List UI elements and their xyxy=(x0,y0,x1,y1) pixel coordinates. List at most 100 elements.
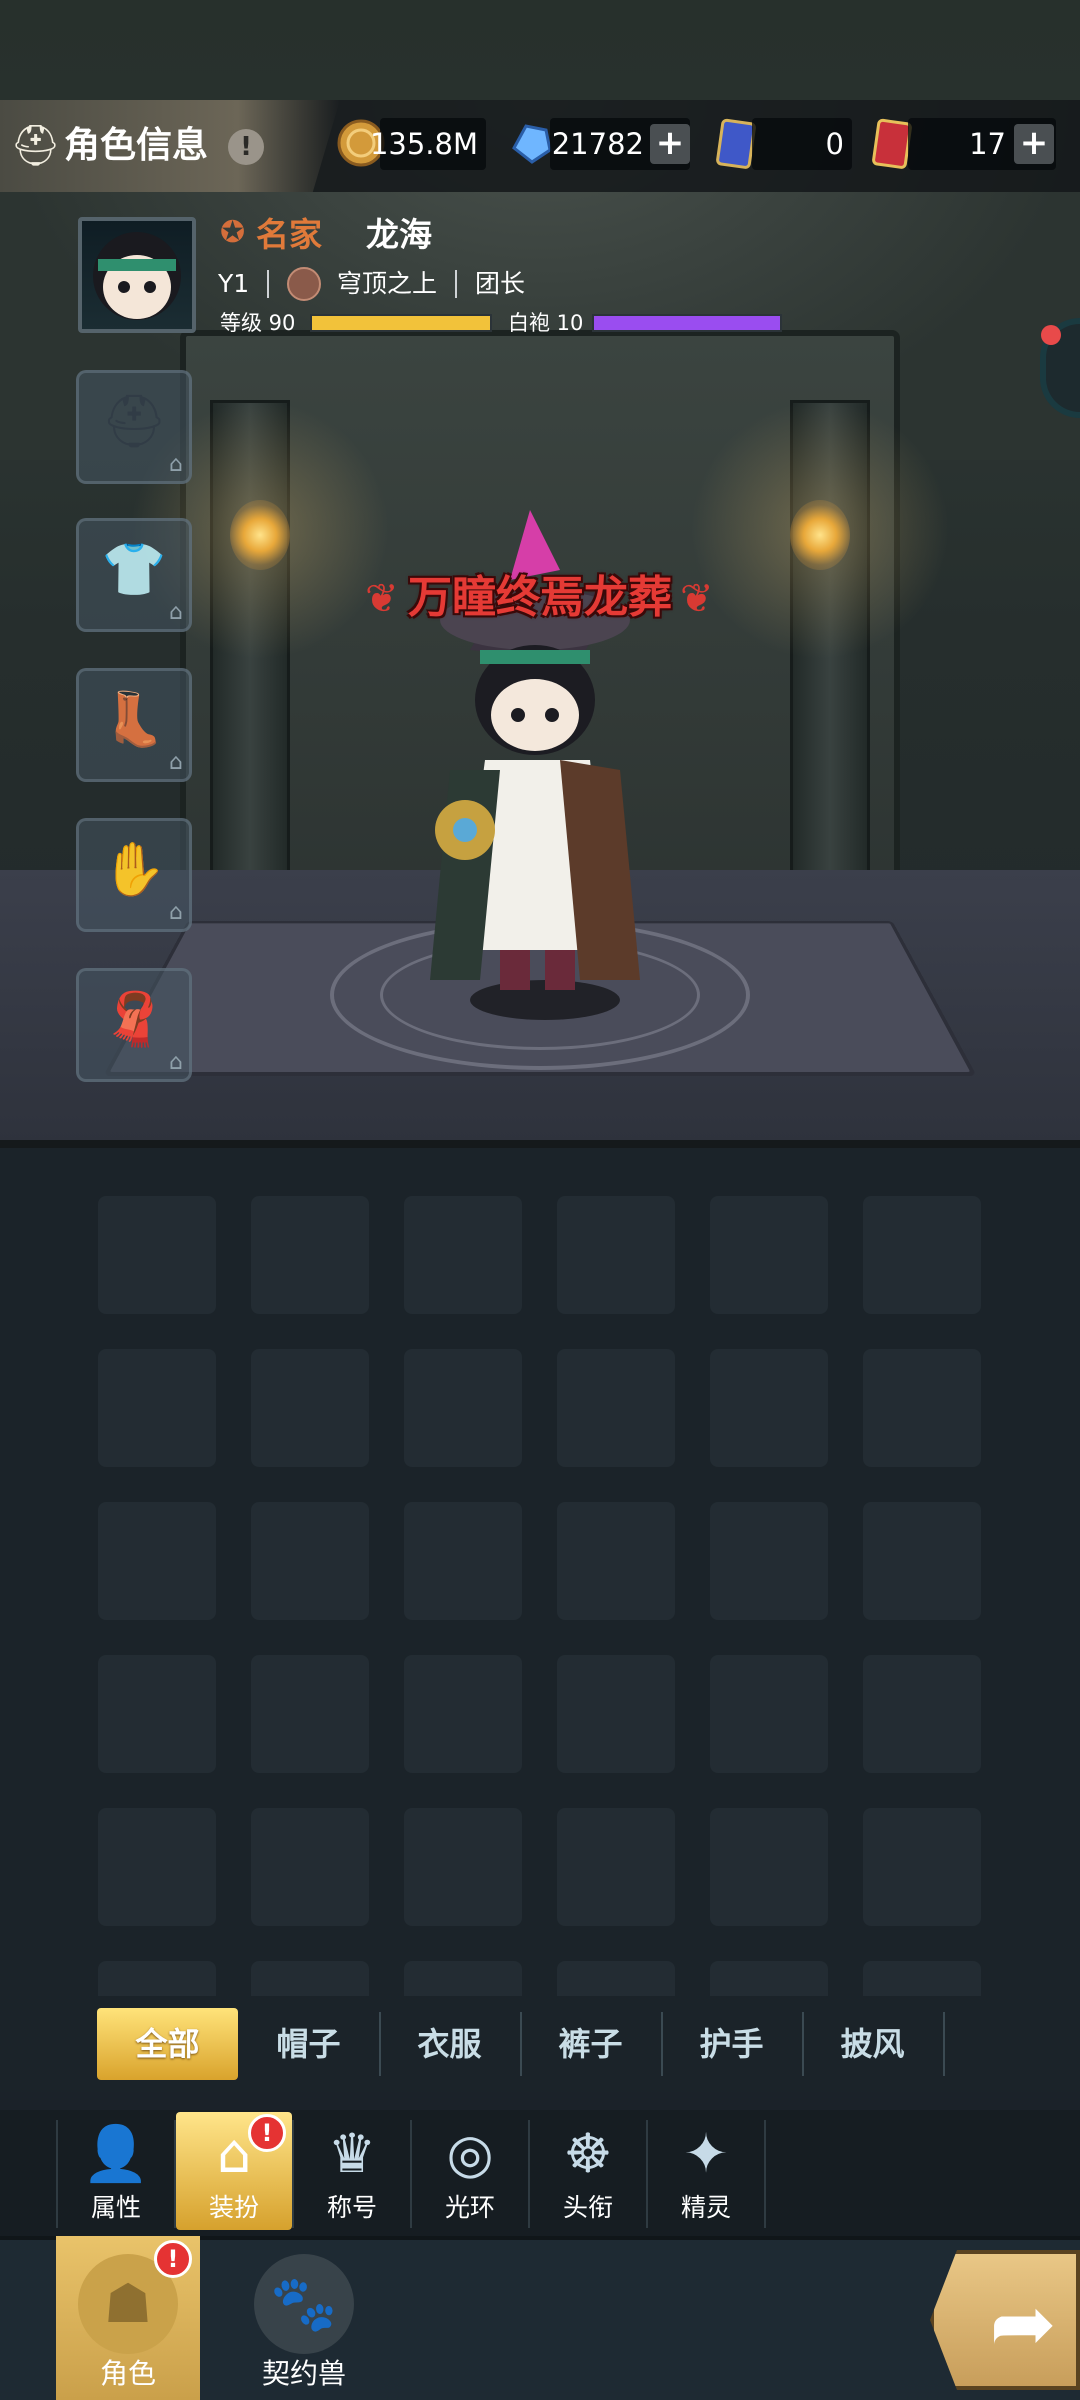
person-icon: 👤 xyxy=(82,2122,150,2185)
wardrobe-cell[interactable] xyxy=(557,1655,675,1773)
info-alert-icon[interactable]: ! xyxy=(228,129,264,165)
sub-tab-attributes[interactable]: 👤 属性 xyxy=(58,2112,174,2230)
paw-icon: 🐾 xyxy=(254,2254,354,2354)
wardrobe-cell[interactable] xyxy=(98,1196,216,1314)
nav-label: 契约兽 xyxy=(261,2357,346,2390)
wardrobe-cell[interactable] xyxy=(251,1961,369,1998)
robe-label: 白袍 10 xyxy=(508,311,584,335)
guild-emblem-icon xyxy=(287,267,322,301)
sub-tab-label: 光环 xyxy=(444,2193,495,2222)
server-label: Y1 xyxy=(218,269,250,298)
red-card-value: 17 xyxy=(969,127,1006,161)
wardrobe-cell[interactable] xyxy=(98,1808,216,1926)
shirt-icon: 👕 xyxy=(101,540,167,600)
hanger-icon: ⌂ xyxy=(169,750,183,775)
wardrobe-cell[interactable] xyxy=(251,1196,369,1314)
wardrobe-cell[interactable] xyxy=(710,1655,828,1773)
filter-tab-cape[interactable]: 披风 xyxy=(802,2008,943,2080)
notification-dot xyxy=(1041,325,1061,345)
character-info-icon: ⛑ xyxy=(10,123,61,169)
wardrobe-cell[interactable] xyxy=(863,1349,981,1467)
guild-name[interactable]: 穹顶之上 xyxy=(337,265,437,303)
wardrobe-cell[interactable] xyxy=(710,1961,828,1998)
sub-tab-title[interactable]: ♛ 称号 xyxy=(294,2112,410,2230)
wardrobe-cell[interactable] xyxy=(557,1961,675,1998)
wardrobe-cell[interactable] xyxy=(863,1196,981,1314)
wardrobe-cell[interactable] xyxy=(404,1961,522,1998)
wardrobe-cell[interactable] xyxy=(863,1961,981,1998)
wardrobe-cell[interactable] xyxy=(98,1502,216,1620)
wardrobe-cell[interactable] xyxy=(251,1808,369,1926)
sub-tab-rank[interactable]: ☸ 头衔 xyxy=(530,2112,646,2230)
wardrobe-cell[interactable] xyxy=(251,1502,369,1620)
arrow-right-icon: ➦ xyxy=(989,2277,1057,2370)
wardrobe-cell[interactable] xyxy=(710,1349,828,1467)
wardrobe-cell[interactable] xyxy=(404,1502,522,1620)
wardrobe-cell[interactable] xyxy=(710,1502,828,1620)
sub-tab-label: 头衔 xyxy=(562,2193,613,2222)
scene-floor-edge xyxy=(0,1140,1080,1148)
hanger-icon: ⌂ xyxy=(169,600,183,625)
hanger-icon: ⌂ xyxy=(169,1050,183,1075)
app-root: ❦ 万瞳终焉龙葬 ❦ ⛑ 角色信息 ! 135.8M 21782 + 0 17 … xyxy=(0,0,1080,2400)
wardrobe-cell[interactable] xyxy=(404,1655,522,1773)
wardrobe-cell[interactable] xyxy=(251,1655,369,1773)
hanger-icon: ⌂ xyxy=(169,900,183,925)
sub-tab-label: 称号 xyxy=(326,2193,377,2222)
sub-tab-label: 装扮 xyxy=(208,2193,259,2222)
divider xyxy=(455,270,458,298)
share-button[interactable]: ➦ xyxy=(930,2250,1080,2390)
hanger-icon: ⌂ xyxy=(169,452,183,477)
rank-title: 名家 xyxy=(256,215,322,254)
player-avatar[interactable] xyxy=(78,217,196,333)
filter-tab-all[interactable]: 全部 xyxy=(97,2008,238,2080)
armor-slot[interactable]: 👕 ⌂ xyxy=(76,518,192,632)
wardrobe-cell[interactable] xyxy=(863,1655,981,1773)
wardrobe-cell[interactable] xyxy=(98,1655,216,1773)
wardrobe-cell[interactable] xyxy=(710,1196,828,1314)
guild-role: 团长 xyxy=(474,269,525,298)
glove-icon: ✋ xyxy=(101,840,167,900)
nav-label: 角色 xyxy=(99,2357,156,2390)
wardrobe-cell[interactable] xyxy=(557,1502,675,1620)
cape-slot[interactable]: 🧣 ⌂ xyxy=(76,968,192,1082)
pants-slot[interactable]: 👢 ⌂ xyxy=(76,668,192,782)
level-label: 等级 90 xyxy=(220,311,296,335)
wardrobe-cell[interactable] xyxy=(251,1349,369,1467)
wardrobe-cell[interactable] xyxy=(557,1196,675,1314)
wardrobe-cell[interactable] xyxy=(557,1349,675,1467)
wardrobe-cell[interactable] xyxy=(98,1349,216,1467)
nav-pet[interactable]: 🐾 契约兽 xyxy=(232,2236,376,2400)
level-bar xyxy=(310,314,492,332)
sub-tab-label: 属性 xyxy=(90,2193,141,2222)
filter-tab-pants[interactable]: 裤子 xyxy=(520,2008,661,2080)
blue-crystal-icon xyxy=(512,124,552,164)
filter-tab-hat[interactable]: 帽子 xyxy=(238,2008,379,2080)
wardrobe-cell[interactable] xyxy=(404,1196,522,1314)
wardrobe-grid xyxy=(0,1148,1080,1998)
wardrobe-cell[interactable] xyxy=(863,1502,981,1620)
wardrobe-cell[interactable] xyxy=(98,1961,216,1998)
wardrobe-cell[interactable] xyxy=(557,1808,675,1926)
add-crystal-button[interactable]: + xyxy=(650,124,690,164)
torch-right-icon xyxy=(790,500,850,570)
gloves-slot[interactable]: ✋ ⌂ xyxy=(76,818,192,932)
divider xyxy=(764,2120,766,2228)
gold-counter: 135.8M xyxy=(370,118,486,170)
wardrobe-cell[interactable] xyxy=(404,1808,522,1926)
page-title: 角色信息 xyxy=(64,125,209,166)
sub-tab-spirit[interactable]: ✦ 精灵 xyxy=(648,2112,764,2230)
filter-tab-clothes[interactable]: 衣服 xyxy=(379,2008,520,2080)
add-red-card-button[interactable]: + xyxy=(1014,124,1054,164)
helmet-icon: ⛑ xyxy=(100,392,167,452)
wardrobe-cell[interactable] xyxy=(863,1808,981,1926)
player-subline: Y1 穹顶之上 团长 xyxy=(218,264,525,303)
level-bar-fill xyxy=(312,316,490,330)
filter-tab-gloves[interactable]: 护手 xyxy=(661,2008,802,2080)
helmet-slot[interactable]: ⛑ ⌂ xyxy=(76,370,192,484)
page-title-tab: ⛑ 角色信息 xyxy=(0,100,340,192)
sub-tab-halo[interactable]: ◎ 光环 xyxy=(412,2112,528,2230)
wardrobe-cell[interactable] xyxy=(404,1349,522,1467)
crystal-value: 21782 xyxy=(551,127,644,161)
wardrobe-cell[interactable] xyxy=(710,1808,828,1926)
